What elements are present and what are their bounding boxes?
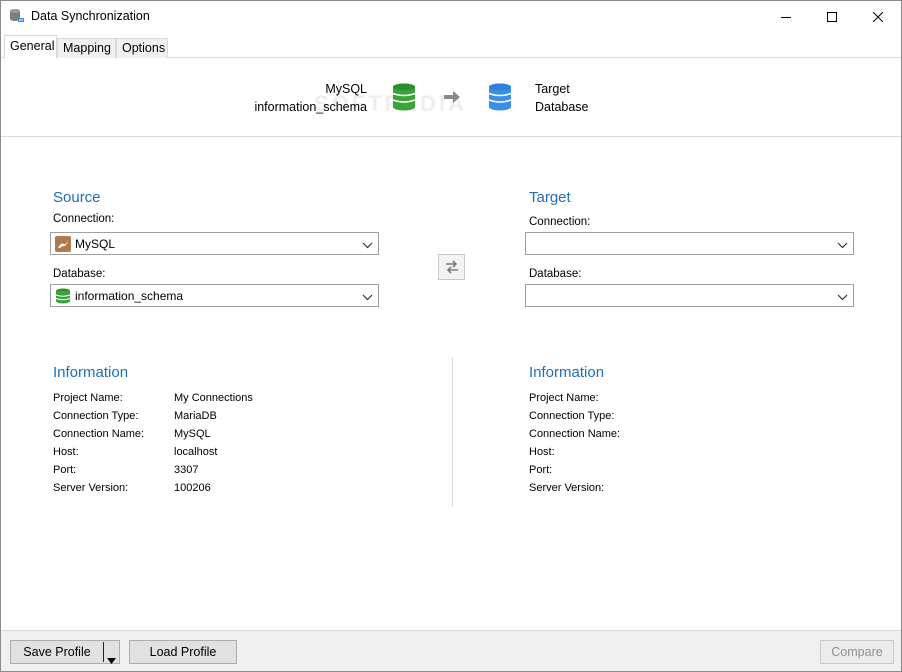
info-key: Host:	[53, 446, 79, 458]
source-database-label: Database:	[53, 268, 106, 280]
info-value: MySQL	[174, 428, 211, 440]
target-connection-select[interactable]	[525, 232, 854, 255]
tab-strip: General Mapping Options	[1, 34, 901, 59]
source-database-value: information_schema	[75, 289, 184, 303]
save-profile-label: Save Profile	[23, 645, 91, 659]
info-key: Project Name:	[529, 392, 599, 404]
data-synchronization-window: Data Synchronization General Mapping Opt…	[0, 0, 902, 672]
info-key: Server Version:	[53, 482, 129, 494]
source-connection-label: Connection:	[53, 213, 115, 225]
target-connection-label: Connection:	[529, 216, 591, 228]
banner-source-connection: MySQL	[325, 82, 367, 96]
maximize-icon	[827, 11, 837, 22]
banner-target-line1: Target	[535, 82, 570, 96]
save-profile-button[interactable]: Save Profile	[10, 640, 120, 664]
info-key: Port:	[53, 464, 77, 476]
database-icon	[55, 288, 71, 304]
tab-options[interactable]: Options	[116, 38, 168, 58]
compare-button[interactable]: Compare	[820, 640, 894, 664]
swap-icon	[445, 260, 458, 274]
split-divider	[103, 642, 104, 662]
source-connection-select[interactable]: MySQL	[50, 232, 379, 255]
close-button[interactable]	[855, 1, 901, 32]
info-value: localhost	[174, 446, 218, 458]
minimize-icon	[781, 16, 791, 18]
tab-mapping[interactable]: Mapping	[57, 38, 116, 58]
chevron-down-icon	[837, 239, 848, 249]
tab-general[interactable]: General	[4, 35, 57, 59]
source-database-icon	[392, 83, 416, 111]
info-key: Host:	[529, 446, 555, 458]
maximize-button[interactable]	[809, 1, 855, 32]
banner-target-line2: Database	[535, 100, 589, 114]
banner-source-label: MySQL information_schema	[254, 80, 367, 116]
info-value: 100206	[174, 482, 211, 494]
source-database-select[interactable]: information_schema	[50, 284, 379, 307]
database-sync-icon	[9, 8, 25, 24]
info-key: Connection Name:	[529, 428, 621, 440]
info-key: Project Name:	[53, 392, 123, 404]
bottom-toolbar: Save Profile Load Profile Compare	[1, 630, 901, 671]
target-database-label: Database:	[529, 268, 582, 280]
title-bar: Data Synchronization	[1, 1, 901, 32]
info-divider	[452, 357, 453, 507]
dropdown-arrow-icon[interactable]	[107, 649, 116, 664]
chevron-down-icon	[837, 291, 848, 301]
chevron-down-icon	[362, 239, 373, 249]
banner-source-database: information_schema	[254, 100, 367, 114]
window-title: Data Synchronization	[31, 9, 150, 23]
info-value: My Connections	[174, 392, 253, 404]
arrow-right-icon	[442, 89, 462, 105]
info-key: Connection Type:	[529, 410, 615, 422]
source-info-title: Information	[53, 364, 129, 381]
chevron-down-icon	[362, 291, 373, 301]
info-key: Port:	[529, 464, 553, 476]
target-info-title: Information	[529, 364, 605, 381]
target-database-icon	[488, 83, 512, 111]
minimize-button[interactable]	[763, 1, 809, 32]
info-value: 3307	[174, 464, 199, 476]
close-icon	[873, 11, 883, 22]
mysql-connection-icon	[55, 236, 71, 252]
load-profile-button[interactable]: Load Profile	[129, 640, 237, 664]
info-key: Connection Type:	[53, 410, 139, 422]
banner-target-label: Target Database	[535, 80, 589, 116]
target-database-select[interactable]	[525, 284, 854, 307]
source-connection-value: MySQL	[75, 237, 116, 251]
source-title: Source	[53, 189, 101, 206]
target-title: Target	[529, 189, 571, 206]
info-key: Server Version:	[529, 482, 605, 494]
info-key: Connection Name:	[53, 428, 145, 440]
sync-banner: SOFTPEDIA MySQL information_schema Targe…	[1, 58, 901, 137]
info-value: MariaDB	[174, 410, 217, 422]
swap-source-target-button[interactable]	[438, 254, 465, 280]
